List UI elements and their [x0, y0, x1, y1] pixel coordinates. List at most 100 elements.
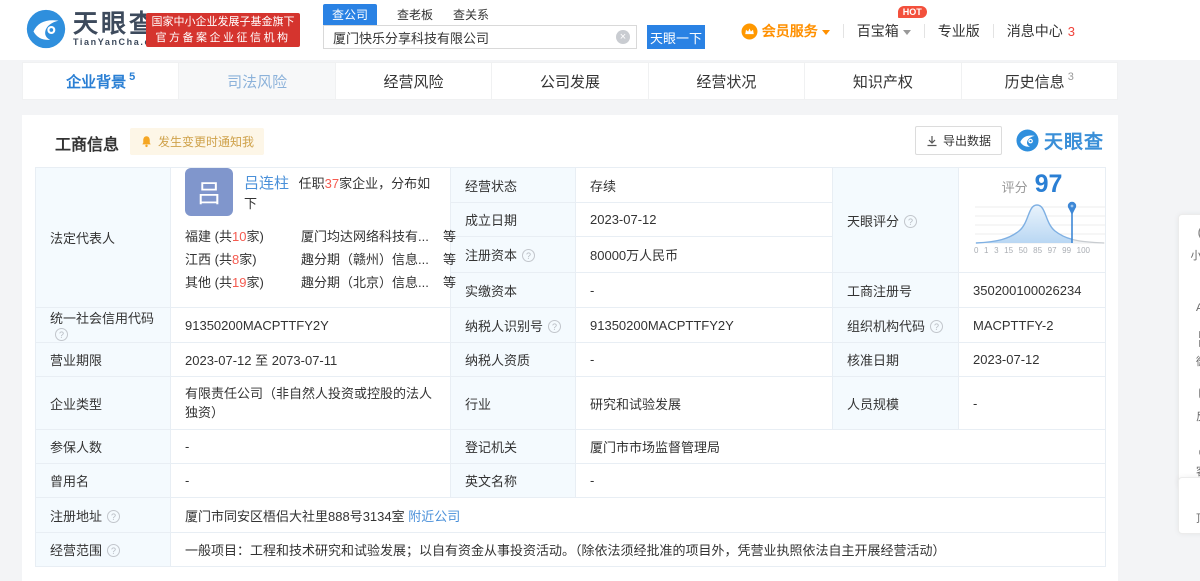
field-legal-rep-label: 法定代表人 — [35, 167, 171, 308]
field-company-type-value: 有限责任公司（非自然人投资或控股的法人独资） — [170, 376, 451, 430]
company-link[interactable]: 厦门均达网络科技有... — [301, 225, 439, 248]
sidebar-item-wechat[interactable]: 微信 — [1179, 321, 1200, 376]
section-header: 工商信息 发生变更时通知我 导出数据 天眼查 — [22, 115, 1118, 167]
field-industry-value: 研究和试验发展 — [575, 376, 833, 430]
menu-vip-services[interactable]: 会员服务 — [741, 21, 830, 41]
tab-company-development[interactable]: 公司发展 — [491, 62, 649, 100]
nearby-companies-link[interactable]: 附近公司 — [408, 509, 460, 524]
tab-operating-risk[interactable]: 经营风险 — [334, 62, 493, 100]
company-link[interactable]: 趣分期（北京）信息... — [301, 271, 439, 294]
score-chart-cell: 评分 97 0 1 3 15 50 85 97 99 100 — [958, 167, 1106, 273]
search-tab-company[interactable]: 查公司 — [323, 4, 378, 25]
field-former-name-value: - — [170, 463, 451, 498]
field-taxpayer-id-label: 纳税人识别号 — [450, 307, 576, 343]
info-icon[interactable] — [904, 214, 918, 228]
back-to-top-panel: 顶部 — [1178, 477, 1200, 534]
tab-operating-status[interactable]: 经营状况 — [647, 62, 806, 100]
field-insured-count-label: 参保人数 — [35, 429, 171, 464]
tab-label: 知识产权 — [852, 73, 913, 91]
score-axis-labels: 013 15 50 85 97 99 100 — [974, 246, 1090, 255]
rep-region-row: 其他 (共19家) 趣分期（北京）信息... 等 — [185, 271, 456, 294]
search-tabs: 查公司 查老板 查关系 — [323, 4, 705, 25]
info-icon[interactable] — [522, 249, 536, 262]
field-reg-capital-value: 80000万人民币 — [575, 236, 833, 273]
info-icon[interactable] — [107, 509, 121, 523]
menu-pro-version[interactable]: 专业版 — [938, 21, 980, 41]
rep-region-row: 福建 (共10家) 厦门均达网络科技有... 等 — [185, 225, 456, 248]
notify-label: 发生变更时通知我 — [158, 135, 255, 149]
tab-history-info[interactable]: 历史信息 3 — [960, 62, 1118, 100]
field-approval-date-value: 2023-07-12 — [958, 342, 1106, 377]
info-icon[interactable] — [55, 328, 68, 341]
field-taxpayer-quality-label: 纳税人资质 — [450, 342, 576, 377]
menu-toolbox[interactable]: HOT 百宝箱 — [857, 6, 927, 41]
sidebar-item-label: 反馈 — [1196, 408, 1200, 424]
field-reg-authority-value: 厦门市市场监督管理局 — [575, 429, 1106, 464]
business-info-table: 法定代表人 吕 吕连柱 任职37家企业，分布如下 福建 (共10家) 厦门均达网… — [35, 167, 1106, 567]
tab-count: 3 — [1067, 71, 1074, 83]
field-business-term-value: 2023-07-12 至 2073-07-11 — [170, 342, 451, 377]
field-company-type-label: 企业类型 — [35, 376, 171, 430]
score-value: 97 — [1034, 170, 1063, 198]
region-stat: 其他 (共19家) — [185, 275, 264, 290]
sidebar-item-label: 顶部 — [1196, 510, 1200, 526]
download-icon — [927, 135, 937, 146]
search-button[interactable]: 天眼一下 — [647, 25, 705, 49]
field-establish-date-label: 成立日期 — [450, 202, 576, 237]
sidebar-item-label: 微信 — [1196, 353, 1200, 369]
menu-vip-label: 会员服务 — [761, 23, 818, 39]
field-insured-count-value: - — [170, 429, 451, 464]
field-business-scope-value: 一般项目：工程和技术研究和试验发展；以自有资金从事投资活动。（除依法须经批准的项… — [170, 532, 1106, 567]
page: 天眼查 TianYanCha.com 国家中小企业发展子基金旗下 官方备案企业征… — [0, 0, 1200, 581]
gov-certification-badge: 国家中小企业发展子基金旗下 官方备案企业征信机构 — [146, 13, 300, 47]
field-reg-number-label: 工商注册号 — [832, 272, 959, 308]
tab-label: 司法风险 — [227, 73, 288, 91]
tab-judicial-risk[interactable]: 司法风险 — [178, 62, 336, 100]
field-score-label: 天眼评分 — [832, 167, 959, 273]
search-tab-relation[interactable]: 查关系 — [453, 4, 489, 25]
search-tab-boss[interactable]: 查老板 — [397, 4, 433, 25]
section-title: 工商信息 — [55, 137, 120, 154]
export-label: 导出数据 — [942, 134, 991, 148]
tab-company-background[interactable]: 企业背景 5 — [22, 62, 180, 100]
tab-intellectual-property[interactable]: 知识产权 — [804, 62, 962, 100]
menu-message-center[interactable]: 消息中心 3 — [1007, 21, 1075, 41]
sidebar-item-feedback[interactable]: 反馈 — [1179, 376, 1200, 431]
score-bell-curve-chart — [975, 201, 1105, 244]
field-reg-authority-label: 登记机关 — [450, 429, 576, 464]
field-business-term-label: 营业期限 — [35, 342, 171, 377]
company-link[interactable]: 趣分期（赣州）信息... — [301, 248, 439, 271]
field-approval-date-label: 核准日期 — [832, 342, 959, 377]
field-industry-label: 行业 — [450, 376, 576, 430]
field-credit-code-value: 91350200MACPTTFY2Y — [170, 307, 451, 343]
tab-label: 历史信息 — [1004, 73, 1065, 91]
site-header: 天眼查 TianYanCha.com 国家中小企业发展子基金旗下 官方备案企业征… — [0, 0, 1200, 60]
sidebar-item-label: APP — [1195, 302, 1200, 314]
field-taxpayer-quality-value: - — [575, 342, 833, 377]
sidebar-item-label: 小程序 — [1190, 250, 1200, 262]
export-data-button[interactable]: 导出数据 — [914, 126, 1002, 155]
field-reg-number-value: 350200100026234 — [958, 272, 1106, 308]
company-search-input[interactable] — [323, 25, 637, 49]
legal-rep-cell: 吕 吕连柱 任职37家企业，分布如下 福建 (共10家) 厦门均达网络科技有..… — [170, 167, 456, 308]
floating-toolbar: 小程序 APP 微信 — [1178, 214, 1200, 487]
field-business-scope-label: 经营范围 — [35, 532, 171, 567]
search-area: 查公司 查老板 查关系 × 天眼一下 — [323, 4, 705, 49]
field-staff-size-value: - — [958, 376, 1106, 430]
sidebar-item-miniprogram[interactable]: 小程序 — [1179, 215, 1200, 270]
legal-rep-avatar[interactable]: 吕 — [185, 168, 233, 216]
info-icon[interactable] — [548, 319, 562, 333]
clear-search-icon[interactable]: × — [616, 30, 630, 44]
etc-label: 等 — [443, 229, 457, 244]
divider — [842, 24, 844, 38]
business-info-card: 工商信息 发生变更时通知我 导出数据 天眼查 法定代表人 吕 吕连柱 任职37家… — [22, 115, 1118, 581]
region-stat: 江西 (共8家) — [185, 252, 257, 267]
back-to-top-button[interactable]: 顶部 — [1179, 478, 1200, 533]
field-reg-address-value: 厦门市同安区梧侣大社里888号3134室 附近公司 — [170, 497, 1106, 533]
sidebar-item-app[interactable]: APP — [1179, 270, 1200, 321]
info-icon[interactable] — [930, 319, 944, 333]
legal-rep-name-link[interactable]: 吕连柱 — [244, 175, 289, 192]
info-icon[interactable] — [107, 544, 121, 557]
change-notify-button[interactable]: 发生变更时通知我 — [130, 128, 265, 155]
divider — [923, 24, 925, 38]
